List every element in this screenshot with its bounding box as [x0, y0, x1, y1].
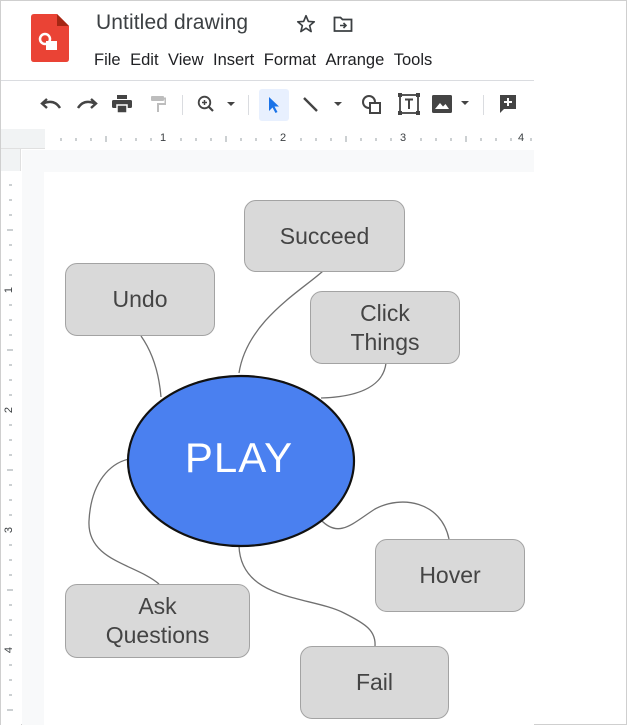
node-undo[interactable]: Undo — [65, 263, 215, 336]
app-window: Untitled drawing File Edit View Insert F… — [0, 0, 627, 725]
connector-click-things — [320, 362, 387, 399]
node-fail[interactable]: Fail — [300, 646, 449, 719]
connector-fail — [238, 545, 376, 647]
node-succeed[interactable]: Succeed — [244, 200, 405, 272]
play-label[interactable]: PLAY — [128, 434, 350, 482]
node-hover[interactable]: Hover — [375, 539, 525, 612]
connector-undo — [140, 335, 162, 398]
node-ask-questions[interactable]: Ask Questions — [65, 584, 250, 658]
node-click-things[interactable]: Click Things — [310, 291, 460, 364]
connector-hover — [320, 501, 450, 540]
